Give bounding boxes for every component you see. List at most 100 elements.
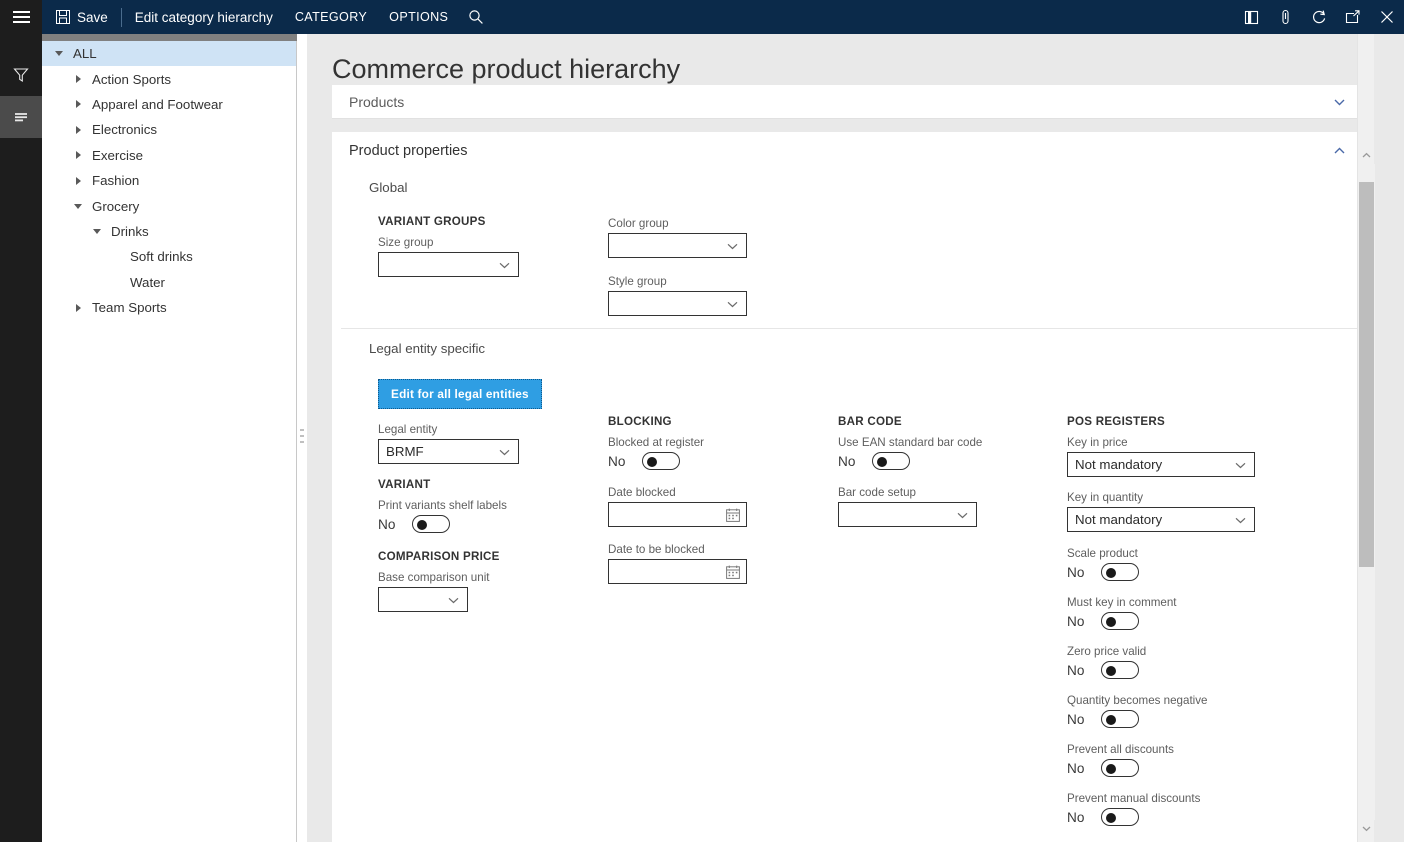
panel-splitter[interactable] bbox=[297, 34, 307, 842]
key-in-price-select[interactable]: Not mandatory bbox=[1067, 452, 1255, 477]
fasttab-products[interactable]: Products bbox=[332, 85, 1362, 119]
must-key-in-comment-value: No bbox=[1067, 614, 1087, 629]
must-key-in-comment-row: No bbox=[1067, 612, 1255, 630]
print-variants-shelf-labels-row: No bbox=[378, 515, 542, 533]
quantity-becomes-negative-label: Quantity becomes negative bbox=[1067, 694, 1255, 707]
blocked-at-register-label: Blocked at register bbox=[608, 436, 747, 449]
bar-code-setup-select[interactable] bbox=[838, 502, 977, 527]
blocked-at-register-row: No bbox=[608, 452, 747, 470]
expand-triangle-icon[interactable] bbox=[71, 174, 85, 188]
base-comparison-unit-select[interactable] bbox=[378, 587, 468, 612]
expand-triangle-icon[interactable] bbox=[71, 97, 85, 111]
close-icon[interactable] bbox=[1370, 0, 1404, 34]
tree-item-label: Electronics bbox=[85, 122, 157, 137]
expand-triangle-icon[interactable] bbox=[71, 148, 85, 162]
date-to-be-blocked-input[interactable] bbox=[608, 559, 747, 584]
tree-item-grocery[interactable]: Grocery bbox=[42, 193, 296, 218]
scroll-up-arrow[interactable] bbox=[1358, 147, 1375, 164]
edit-for-all-legal-entities-button[interactable]: Edit for all legal entities bbox=[378, 379, 542, 409]
blocked-at-register-toggle[interactable] bbox=[642, 452, 680, 470]
key-in-quantity-select[interactable]: Not mandatory bbox=[1067, 507, 1255, 532]
date-blocked-input[interactable] bbox=[608, 502, 747, 527]
key-in-price-label: Key in price bbox=[1067, 436, 1255, 449]
chevron-down-icon bbox=[1333, 95, 1346, 108]
tree-item-electronics[interactable]: Electronics bbox=[42, 117, 296, 142]
style-group-label: Style group bbox=[608, 275, 747, 288]
tree-item-action-sports[interactable]: Action Sports bbox=[42, 66, 296, 91]
fasttab-product-properties-header[interactable]: Product properties bbox=[332, 132, 1362, 170]
calendar-icon[interactable] bbox=[726, 508, 740, 522]
menu-options[interactable]: OPTIONS bbox=[378, 0, 459, 34]
tree-item-soft-drinks[interactable]: Soft drinks bbox=[42, 244, 296, 269]
zero-price-valid-row: No bbox=[1067, 661, 1255, 679]
base-comparison-unit-label: Base comparison unit bbox=[378, 571, 542, 584]
fasttab-product-properties-label: Product properties bbox=[332, 143, 467, 159]
tree-item-water[interactable]: Water bbox=[42, 270, 296, 295]
tree-horizontal-scrollbar[interactable] bbox=[42, 34, 297, 41]
tree-item-drinks[interactable]: Drinks bbox=[42, 219, 296, 244]
expand-triangle-icon[interactable] bbox=[71, 123, 85, 137]
popout-icon[interactable] bbox=[1336, 0, 1370, 34]
attachment-icon[interactable] bbox=[1268, 0, 1302, 34]
category-tree-panel: ALLAction Sports Apparel and Footwear Elec… bbox=[42, 34, 297, 842]
left-icon-rail bbox=[0, 34, 42, 842]
comparison-price-heading: COMPARISON PRICE bbox=[378, 550, 542, 563]
expand-triangle-icon[interactable] bbox=[71, 301, 85, 315]
chevron-up-icon bbox=[1333, 144, 1346, 157]
category-tree: ALLAction Sports Apparel and Footwear Elec… bbox=[42, 41, 296, 320]
legal-entity-label: Legal entity bbox=[378, 423, 542, 436]
scrollbar-thumb[interactable] bbox=[1359, 182, 1374, 567]
use-ean-standard-bar-code-toggle[interactable] bbox=[872, 452, 910, 470]
main-workspace: Commerce product hierarchy Products Prod… bbox=[307, 34, 1404, 842]
scale-product-toggle[interactable] bbox=[1101, 563, 1139, 581]
prevent-manual-discounts-row: No bbox=[1067, 808, 1255, 826]
prevent-all-discounts-label: Prevent all discounts bbox=[1067, 743, 1255, 756]
search-icon[interactable] bbox=[459, 0, 493, 34]
scrollbar-track[interactable] bbox=[1358, 164, 1375, 820]
tree-item-all[interactable]: ALL bbox=[42, 41, 296, 66]
prevent-manual-discounts-toggle[interactable] bbox=[1101, 808, 1139, 826]
tree-item-fashion[interactable]: Fashion bbox=[42, 168, 296, 193]
quantity-becomes-negative-toggle[interactable] bbox=[1101, 710, 1139, 728]
calendar-icon[interactable] bbox=[726, 565, 740, 579]
expand-triangle-icon[interactable] bbox=[71, 72, 85, 86]
save-button[interactable]: Save bbox=[42, 0, 119, 34]
prevent-all-discounts-value: No bbox=[1067, 761, 1087, 776]
collapse-triangle-icon[interactable] bbox=[52, 47, 66, 61]
app-window: Save Edit category hierarchy CATEGORY OP… bbox=[0, 0, 1404, 842]
collapse-triangle-icon[interactable] bbox=[71, 199, 85, 213]
field-group-color-style: Color group Style group bbox=[608, 217, 747, 316]
zero-price-valid-toggle[interactable] bbox=[1101, 661, 1139, 679]
print-variants-shelf-labels-toggle[interactable] bbox=[412, 515, 450, 533]
page-title: Commerce product hierarchy bbox=[332, 54, 680, 85]
key-in-quantity-value: Not mandatory bbox=[1068, 512, 1162, 527]
fasttab-product-properties: Product properties Global VARIANT GROUPS… bbox=[332, 132, 1362, 842]
key-in-quantity-label: Key in quantity bbox=[1067, 491, 1255, 504]
legal-entity-select[interactable]: BRMF bbox=[378, 439, 519, 464]
quantity-becomes-negative-row: No bbox=[1067, 710, 1255, 728]
collapse-triangle-icon[interactable] bbox=[90, 224, 104, 238]
list-lines-icon[interactable] bbox=[0, 96, 42, 138]
size-group-select[interactable] bbox=[378, 252, 519, 277]
chevron-down-icon bbox=[498, 258, 511, 271]
main-vertical-scrollbar[interactable] bbox=[1357, 34, 1374, 842]
style-group-select[interactable] bbox=[608, 291, 747, 316]
tree-item-label: Soft drinks bbox=[123, 249, 193, 264]
pos-registers-heading: POS REGISTERS bbox=[1067, 415, 1255, 428]
scroll-down-arrow[interactable] bbox=[1358, 820, 1375, 837]
fasttab-products-label: Products bbox=[332, 94, 404, 110]
office-app-icon[interactable] bbox=[1234, 0, 1268, 34]
menu-category[interactable]: CATEGORY bbox=[284, 0, 378, 34]
tree-item-label: Apparel and Footwear bbox=[85, 97, 223, 112]
tree-item-exercise[interactable]: Exercise bbox=[42, 143, 296, 168]
tree-item-team-sports[interactable]: Team Sports bbox=[42, 295, 296, 320]
must-key-in-comment-toggle[interactable] bbox=[1101, 612, 1139, 630]
refresh-icon[interactable] bbox=[1302, 0, 1336, 34]
tree-item-apparel-and-footwear[interactable]: Apparel and Footwear bbox=[42, 92, 296, 117]
hamburger-icon[interactable] bbox=[0, 0, 42, 34]
filter-icon[interactable] bbox=[0, 54, 42, 96]
color-group-select[interactable] bbox=[608, 233, 747, 258]
group-divider bbox=[341, 328, 1357, 329]
blocked-at-register-value: No bbox=[608, 454, 628, 469]
prevent-all-discounts-toggle[interactable] bbox=[1101, 759, 1139, 777]
